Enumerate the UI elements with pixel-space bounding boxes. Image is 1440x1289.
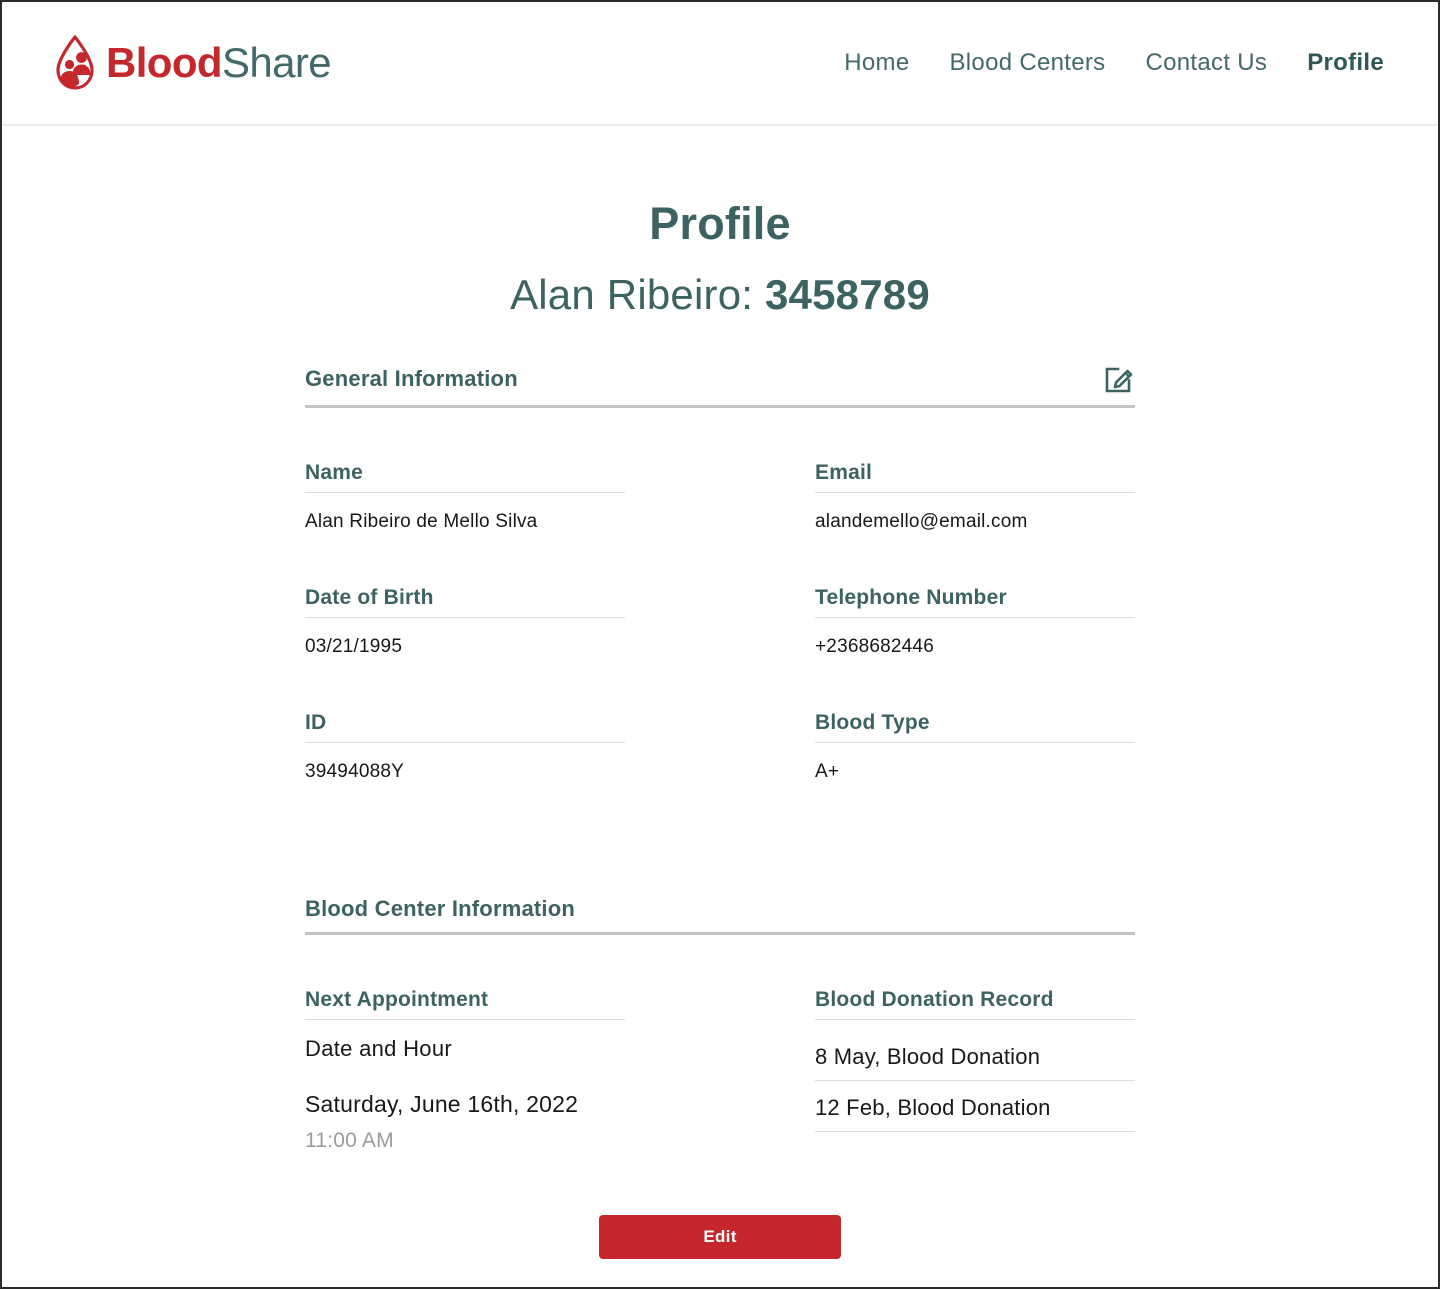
- field-label-date-of-birth: Date of Birth: [305, 586, 625, 619]
- main-navigation: Home Blood Centers Contact Us Profile: [844, 49, 1384, 77]
- profile-id: 3458789: [765, 271, 930, 319]
- field-blood-donation-record: Blood Donation Record 8 May, Blood Donat…: [815, 935, 1135, 1153]
- field-label-blood-type: Blood Type: [815, 711, 1135, 744]
- field-value-date-of-birth: 03/21/1995: [305, 636, 403, 658]
- section-general-information: General Information Name Alan Ribeiro de…: [305, 363, 1135, 783]
- general-information-fields: Name Alan Ribeiro de Mello Silva Email a…: [305, 408, 1135, 783]
- appointment-date: Saturday, June 16th, 2022: [305, 1091, 579, 1118]
- donation-record-list: 8 May, Blood Donation 12 Feb, Blood Dona…: [815, 1020, 1135, 1133]
- appointment-subheading: Date and Hour: [305, 1036, 452, 1062]
- appointment-time: 11:00 AM: [305, 1129, 394, 1153]
- field-value-blood-type: A+: [815, 761, 840, 783]
- field-telephone-number: Telephone Number +2368682446: [815, 533, 1135, 658]
- list-item[interactable]: 12 Feb, Blood Donation: [815, 1081, 1135, 1133]
- nav-item-profile[interactable]: Profile: [1307, 49, 1384, 77]
- nav-item-contact-us[interactable]: Contact Us: [1145, 49, 1267, 77]
- brand-text-primary: Blood: [106, 39, 223, 86]
- field-email: Email alandemello@email.com: [815, 408, 1135, 533]
- field-label-next-appointment: Next Appointment: [305, 988, 625, 1021]
- profile-identity: Alan Ribeiro: 3458789: [2, 273, 1438, 317]
- action-bar: Edit: [305, 1153, 1135, 1260]
- field-label-id: ID: [305, 711, 625, 744]
- field-value-name: Alan Ribeiro de Mello Silva: [305, 511, 538, 533]
- brand-text-secondary: Share: [221, 39, 332, 86]
- blood-center-fields: Next Appointment Date and Hour Saturday,…: [305, 935, 1135, 1153]
- list-item[interactable]: 8 May, Blood Donation: [815, 1030, 1135, 1082]
- field-label-name: Name: [305, 461, 625, 494]
- field-label-email: Email: [815, 461, 1135, 494]
- section-header-blood-center: Blood Center Information: [305, 896, 1135, 936]
- page-title: Profile: [649, 198, 791, 249]
- field-name: Name Alan Ribeiro de Mello Silva: [305, 408, 625, 533]
- blood-drop-people-icon: [52, 35, 98, 91]
- field-id: ID 39494088Y: [305, 658, 625, 783]
- field-label-telephone-number: Telephone Number: [815, 586, 1135, 619]
- section-title-general: General Information: [305, 366, 518, 392]
- field-label-blood-donation-record: Blood Donation Record: [815, 988, 1135, 1021]
- field-value-id: 39494088Y: [305, 761, 405, 783]
- section-header-general: General Information: [305, 363, 1135, 409]
- field-next-appointment: Next Appointment Date and Hour Saturday,…: [305, 935, 625, 1153]
- nav-item-blood-centers[interactable]: Blood Centers: [949, 49, 1105, 77]
- nav-item-home[interactable]: Home: [844, 49, 909, 77]
- site-header: BloodShare Home Blood Centers Contact Us…: [2, 2, 1438, 126]
- edit-button[interactable]: Edit: [599, 1215, 841, 1260]
- field-date-of-birth: Date of Birth 03/21/1995: [305, 533, 625, 658]
- brand-wordmark: BloodShare: [106, 39, 332, 86]
- field-value-telephone-number: +2368682446: [815, 636, 934, 658]
- edit-pencil-icon[interactable]: [1103, 363, 1135, 395]
- section-blood-center-information: Blood Center Information Next Appointmen…: [305, 896, 1135, 1153]
- field-value-email: alandemello@email.com: [815, 511, 1028, 533]
- field-blood-type: Blood Type A+: [815, 658, 1135, 783]
- profile-page: BloodShare Home Blood Centers Contact Us…: [0, 0, 1440, 1289]
- brand-logo[interactable]: BloodShare: [52, 35, 332, 91]
- profile-name: Alan Ribeiro:: [510, 271, 765, 319]
- page-heading-block: Profile Alan Ribeiro: 3458789: [2, 126, 1438, 317]
- section-title-blood-center: Blood Center Information: [305, 896, 576, 922]
- profile-content: General Information Name Alan Ribeiro de…: [305, 317, 1135, 1260]
